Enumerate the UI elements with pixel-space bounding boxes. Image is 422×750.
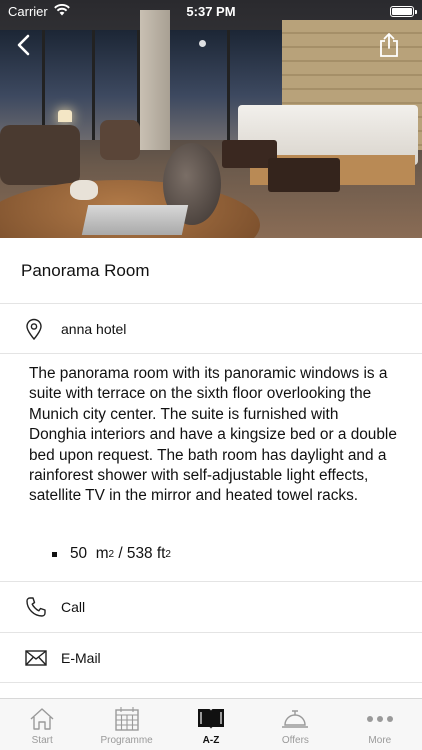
tab-a-z[interactable]: A-Z [169,699,253,750]
tab-label: Programme [100,735,153,746]
bowl [70,180,98,200]
window-pane [45,30,95,140]
location-label: anna hotel [61,320,127,337]
tab-label: Start [31,735,53,746]
location-pin-icon [25,318,47,340]
share-icon [380,33,398,57]
tab-bar: Start Programme A-Z Offers More [0,698,422,750]
share-button[interactable] [372,28,406,62]
laptop [81,205,189,235]
room-title: Panorama Room [0,238,422,304]
pillar [140,10,170,150]
size-unit-ft: / 538 ft [114,545,166,562]
room-description: The panorama room with its panoramic win… [29,365,397,505]
room-photo [0,0,422,238]
location-row[interactable]: anna hotel [0,304,422,354]
tab-offers[interactable]: Offers [253,699,337,750]
tab-label: A-Z [202,735,220,746]
size-value: 50 [70,545,88,562]
battery-icon [390,5,417,17]
list-bullet [52,551,57,557]
size-unit-m: m [95,545,109,562]
tab-programme[interactable]: Programme [84,699,168,750]
wifi-icon [53,3,70,19]
phone-icon [25,596,47,618]
back-button[interactable] [6,28,40,62]
email-label: E-Mail [61,649,101,666]
email-button[interactable]: E-Mail [0,632,422,683]
calendar-icon [114,705,140,733]
more-dots-icon [366,705,394,733]
tab-start[interactable]: Start [0,699,84,750]
envelope-icon [25,649,47,666]
page-indicator-dot [199,40,206,47]
book-icon [197,705,225,733]
armchair [0,125,80,185]
carrier-label: Carrier [8,3,48,19]
size-unit-ft-exp: 2 [165,548,171,560]
call-button[interactable]: Call [0,581,422,632]
bench [268,158,340,192]
page-title: Panorama Room [21,260,150,280]
tab-more[interactable]: More [338,699,422,750]
tab-label: Offers [281,735,309,746]
home-icon [29,705,55,733]
service-bell-icon [281,705,309,733]
lamp [58,110,72,122]
call-label: Call [61,599,86,615]
tab-label: More [368,735,392,746]
status-bar: Carrier 5:37 PM [0,0,422,22]
armchair [100,120,140,160]
chevron-left-icon [17,34,30,56]
room-size-item: 50 m2 / 538 ft 2 [52,545,171,563]
